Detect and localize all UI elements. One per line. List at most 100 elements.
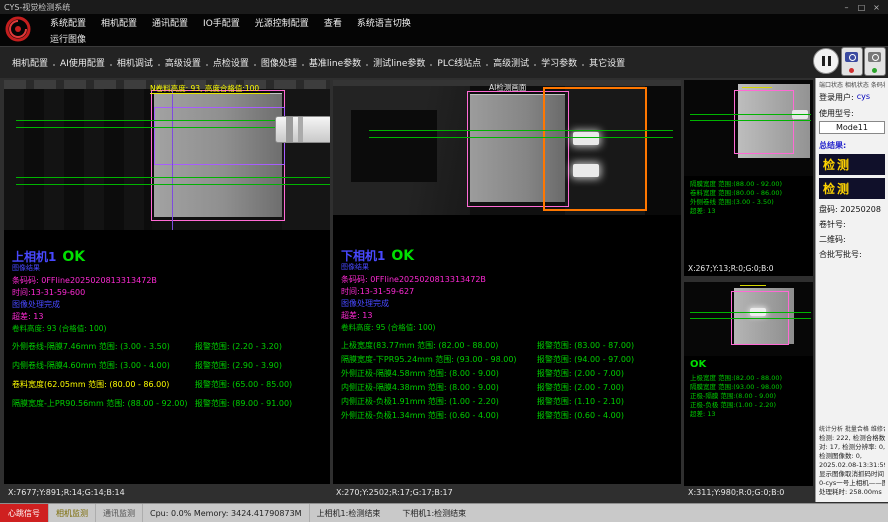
toolbar-item[interactable]: AI使用配置 bbox=[54, 56, 111, 69]
login-row: 登录用户: cys bbox=[819, 92, 885, 103]
cpu-memory-readout: Cpu: 0.0% Memory: 3424.41790873M bbox=[143, 504, 310, 522]
thumbnail-status-ok: OK bbox=[684, 356, 813, 370]
right-panel: 端口状态 相机状态 条码状态 登录用户: cys 使用型号: Mode11 总结… bbox=[815, 78, 888, 502]
toolbar-item[interactable]: 相机调试 bbox=[111, 56, 159, 69]
stat-line: 显示图像取消抓码时间 bbox=[819, 470, 885, 479]
height-note-text: 卷料高度: 95 (合格值: 100) bbox=[341, 323, 673, 333]
measure-line bbox=[369, 137, 673, 138]
camera-name: 下相机1 bbox=[341, 251, 385, 261]
statusbar: 心跳信号 相机监测 通讯监测 Cpu: 0.0% Memory: 3424.41… bbox=[0, 503, 888, 522]
toolbar-item[interactable]: 其它设置 bbox=[583, 56, 631, 69]
alarm-range: 报警范围: (2.20 - 3.20) bbox=[195, 342, 322, 352]
info-fields: 盘码: 20250208 卷针号: 二维码: 合批写批号: bbox=[819, 205, 885, 259]
menu-item[interactable]: 通讯配置 bbox=[152, 16, 188, 29]
info-field: 二维码: bbox=[819, 235, 885, 244]
menu-item[interactable]: 系统语言切换 bbox=[357, 16, 411, 29]
camera-toggle-button-1[interactable] bbox=[841, 47, 863, 76]
toolbar-item[interactable]: 测试line参数 bbox=[367, 56, 431, 69]
measurement-row: 内侧正极-隔膜4.38mm 范围: (8.00 - 9.00) 报警范围: (2… bbox=[341, 383, 673, 393]
alarm-range: 报警范围: (2.00 - 7.00) bbox=[537, 369, 673, 379]
login-label: 登录用户: bbox=[819, 92, 854, 103]
machine-bg-left bbox=[4, 89, 152, 230]
tab-run-image[interactable]: 运行图像 bbox=[50, 32, 86, 45]
window-title: CYS-视觉检测系统 bbox=[4, 2, 70, 13]
ruler-line-yellow bbox=[740, 285, 766, 286]
camera-thumbnail-1[interactable]: 隔膜宽度 范围:(88.00 - 92.00)卷料宽度 范围:(80.00 - … bbox=[684, 80, 813, 276]
model-select[interactable]: Mode11 bbox=[819, 121, 885, 134]
menu-item[interactable]: 系统配置 bbox=[50, 16, 86, 29]
measurement-rows: 上极宽度(83.77mm 范围: (82.00 - 88.00) 报警范围: (… bbox=[341, 341, 673, 421]
camera-image-lower[interactable]: AI检测画面 bbox=[333, 80, 681, 215]
deviation-text: 超差: 13 bbox=[341, 311, 673, 321]
thumbnail-measure-line: 超差: 13 bbox=[690, 207, 807, 216]
measurement-row: 内侧正极-负极1.91mm 范围: (1.00 - 2.20) 报警范围: (1… bbox=[341, 397, 673, 407]
result-box-2: 检测 bbox=[819, 178, 885, 199]
heartbeat-indicator[interactable]: 心跳信号 bbox=[0, 504, 49, 522]
toolbar: 相机配置AI使用配置相机调试高级设置点检设置图像处理基准line参数测试line… bbox=[6, 52, 631, 72]
menu-item[interactable]: 光源控制配置 bbox=[255, 16, 309, 29]
status-dot-green bbox=[872, 68, 877, 73]
measurement-value: 隔膜宽度-上PR90.56mm 范围: (88.00 - 92.00) bbox=[12, 399, 195, 409]
camera-toggle-button-2[interactable] bbox=[864, 47, 886, 76]
info-field: 卷针号: bbox=[819, 220, 885, 229]
pixel-readout-left: X:7677;Y:891;R:14;G:14;B:14 bbox=[8, 488, 125, 497]
maximize-button[interactable]: □ bbox=[854, 3, 869, 12]
barcode-text: 条码码: 0FFline2025020813313472B bbox=[12, 276, 322, 286]
camera-monitor-indicator[interactable]: 相机监测 bbox=[49, 504, 96, 522]
toolbar-item[interactable]: PLC线站点 bbox=[431, 56, 487, 69]
stat-line: 2025.02.08-13:31:59:05 bbox=[819, 461, 885, 470]
toolbar-item[interactable]: 图像处理 bbox=[255, 56, 303, 69]
toolbar-item[interactable]: 学习参数 bbox=[535, 56, 583, 69]
measure-line bbox=[369, 130, 673, 131]
measurement-row: 外侧正极-隔膜4.58mm 范围: (8.00 - 9.00) 报警范围: (2… bbox=[341, 369, 673, 379]
close-button[interactable]: × bbox=[869, 3, 884, 12]
info-field-label: 卷针号: bbox=[819, 220, 846, 229]
height-note-text: 卷料高度: 93 (合格值: 100) bbox=[12, 324, 322, 334]
pause-button[interactable] bbox=[813, 48, 839, 74]
stat-line: 0-cys一号上相机——图像 bbox=[819, 479, 885, 488]
menu-item[interactable]: 查看 bbox=[324, 16, 342, 29]
toolbar-item[interactable]: 高级测试 bbox=[487, 56, 535, 69]
result-text-block: 下相机1 OK 图像结果 条码码: 0FFline202502081331347… bbox=[333, 215, 681, 421]
roi-rect-orange bbox=[543, 87, 647, 211]
toolbar-item[interactable]: 相机配置 bbox=[6, 56, 54, 69]
machine-bg-pillar bbox=[645, 86, 681, 215]
info-field: 盘码: 20250208 bbox=[819, 205, 885, 214]
port-status-note: 端口状态 相机状态 条码状态 bbox=[819, 80, 885, 89]
machine-cavity bbox=[351, 110, 437, 182]
stats-panel: 检测: 222, 检测合格数:对: 17, 检测分辨率: 0,检测图像数: 0,… bbox=[819, 434, 885, 497]
camera-image-upper[interactable]: N卷料高度: 93, 高度合格值:100 bbox=[4, 80, 330, 230]
info-field-label: 合批写批号: bbox=[819, 250, 862, 259]
comm-monitor-indicator[interactable]: 通讯监测 bbox=[96, 504, 143, 522]
measurement-row: 卷料宽度(62.05mm 范围: (80.00 - 86.00) 报警范围: (… bbox=[12, 380, 322, 390]
menu-item[interactable]: 相机配置 bbox=[101, 16, 137, 29]
camera-name: 上相机1 bbox=[12, 252, 56, 262]
measurement-value: 内侧卷线-隔膜4.60mm 范围: (3.00 - 4.00) bbox=[12, 361, 195, 371]
thumbnail-measure-line: 正极-隔膜 范围:(8.00 - 9.00) bbox=[690, 392, 807, 401]
camera-thumbnail-2[interactable]: OK 上极宽度 范围:(82.00 - 88.00)隔膜宽度 范围:(93.00… bbox=[684, 282, 813, 486]
toolbar-item[interactable]: 高级设置 bbox=[159, 56, 207, 69]
measurement-row: 隔膜宽度-上PR90.56mm 范围: (88.00 - 92.00) 报警范围… bbox=[12, 399, 322, 409]
minimize-button[interactable]: – bbox=[839, 3, 854, 12]
measurement-value: 卷料宽度(62.05mm 范围: (80.00 - 86.00) bbox=[12, 380, 195, 390]
process-done-text: 图像处理完成 bbox=[341, 299, 673, 309]
highlight-spot bbox=[573, 164, 599, 177]
thumbnail-measure-line: 隔膜宽度 范围:(88.00 - 92.00) bbox=[690, 180, 807, 189]
tab-bar: 运行图像 bbox=[50, 31, 86, 46]
measure-line bbox=[690, 120, 811, 121]
menu-item[interactable]: IO手配置 bbox=[203, 16, 240, 29]
overlay-measure-text: N卷料高度: 93, 高度合格值:100 bbox=[150, 83, 259, 94]
measurement-rows: 外侧卷线-隔膜7.46mm 范围: (3.00 - 3.50) 报警范围: (2… bbox=[12, 342, 322, 409]
stat-line: 检测图像数: 0, bbox=[819, 452, 885, 461]
total-result-label: 总结果: bbox=[819, 140, 885, 151]
result-box-1: 检测 bbox=[819, 154, 885, 175]
camera-view-upper: N卷料高度: 93, 高度合格值:100 上相机1 OK 图像结果 条码码: 0… bbox=[4, 80, 330, 484]
time-text: 时间:13-31-59-627 bbox=[341, 287, 673, 297]
thumbnail-measurements: 上极宽度 范围:(82.00 - 88.00)隔膜宽度 范围:(93.00 - … bbox=[684, 370, 813, 419]
thumbnail-measure-line: 超差: 13 bbox=[690, 410, 807, 419]
connector-part bbox=[275, 116, 330, 143]
toolbar-item[interactable]: 点检设置 bbox=[207, 56, 255, 69]
toolbar-item[interactable]: 基准line参数 bbox=[303, 56, 367, 69]
measure-line bbox=[690, 114, 811, 115]
info-field: 合批写批号: bbox=[819, 250, 885, 259]
